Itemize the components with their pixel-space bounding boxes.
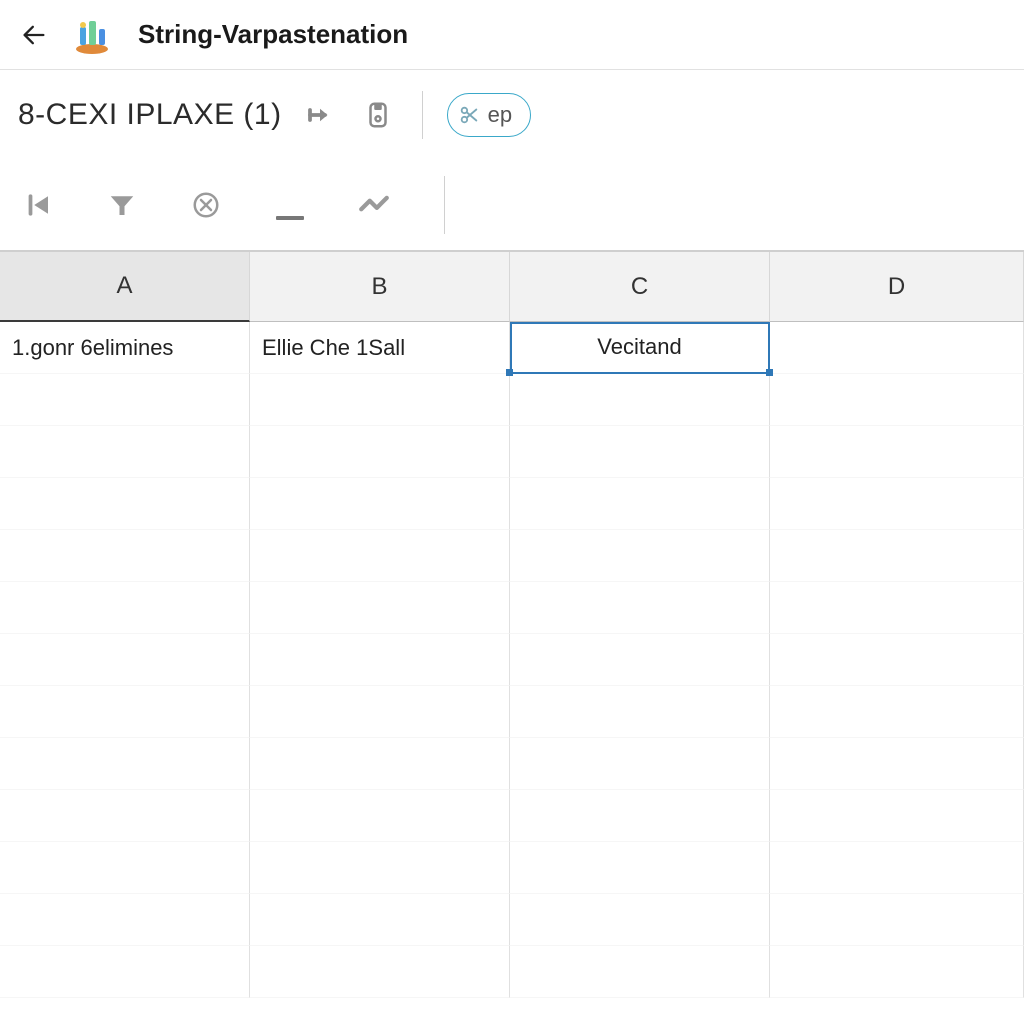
scissors-icon [458,104,480,126]
cell-B12[interactable] [250,894,510,946]
share-arrow-icon [305,100,335,130]
cell-D12[interactable] [770,894,1024,946]
cell-A10[interactable] [0,790,250,842]
trend-button[interactable] [354,185,394,225]
cell-D1[interactable] [770,322,1024,374]
document-row: 8-CEXI IPLAXE (1) ep [0,70,1024,160]
save-button[interactable] [358,95,398,135]
document-name[interactable]: 8-CEXI IPLAXE (1) [18,98,282,132]
cell-A8[interactable] [0,686,250,738]
cell-D8[interactable] [770,686,1024,738]
column-header-D[interactable]: D [770,252,1024,322]
cell-C12[interactable] [510,894,770,946]
cell-C3[interactable] [510,426,770,478]
filter-chip-label: ep [488,102,512,128]
cell-A5[interactable] [0,530,250,582]
separator [422,91,423,139]
column-header-B[interactable]: B [250,252,510,322]
trend-icon [357,188,391,222]
underline-button[interactable] [270,185,310,225]
cell-A2[interactable] [0,374,250,426]
cell-D11[interactable] [770,842,1024,894]
page-title: String-Varpastenation [138,19,408,50]
cell-B2[interactable] [250,374,510,426]
cell-B10[interactable] [250,790,510,842]
clear-circle-icon [191,190,221,220]
cell-B5[interactable] [250,530,510,582]
filter-button[interactable] [102,185,142,225]
cell-D13[interactable] [770,946,1024,998]
cell-A1[interactable]: 1.gonr 6elimines [0,322,250,374]
cell-B1[interactable]: Ellie Che 1Sall [250,322,510,374]
back-button[interactable] [18,19,50,51]
cell-B11[interactable] [250,842,510,894]
grid-body: 1.gonr 6eliminesEllie Che 1SallVecitand [0,322,1024,1024]
cell-D5[interactable] [770,530,1024,582]
cell-B6[interactable] [250,582,510,634]
cell-A13[interactable] [0,946,250,998]
skip-back-icon [23,190,53,220]
cell-B3[interactable] [250,426,510,478]
cell-A9[interactable] [0,738,250,790]
cell-B8[interactable] [250,686,510,738]
cell-B4[interactable] [250,478,510,530]
column-header-row: A B C D [0,252,1024,322]
underscore-icon [276,216,304,220]
column-header-C[interactable]: C [510,252,770,322]
column-header-A[interactable]: A [0,252,250,322]
cell-C1[interactable]: Vecitand [510,322,770,374]
cell-A7[interactable] [0,634,250,686]
cell-D10[interactable] [770,790,1024,842]
separator [444,176,445,234]
save-icon [363,100,393,130]
cell-B13[interactable] [250,946,510,998]
filter-chip[interactable]: ep [447,93,531,137]
cell-A11[interactable] [0,842,250,894]
toolbar [0,160,1024,250]
cell-C7[interactable] [510,634,770,686]
cell-A6[interactable] [0,582,250,634]
titlebar: String-Varpastenation [0,0,1024,70]
cell-C4[interactable] [510,478,770,530]
spreadsheet-grid: A B C D 1.gonr 6eliminesEllie Che 1SallV… [0,250,1024,1024]
cell-D6[interactable] [770,582,1024,634]
clear-button[interactable] [186,185,226,225]
cell-C2[interactable] [510,374,770,426]
cell-C5[interactable] [510,530,770,582]
cell-D3[interactable] [770,426,1024,478]
cell-A3[interactable] [0,426,250,478]
share-button[interactable] [300,95,340,135]
cell-C10[interactable] [510,790,770,842]
cell-D7[interactable] [770,634,1024,686]
cell-B7[interactable] [250,634,510,686]
cell-C6[interactable] [510,582,770,634]
cell-D2[interactable] [770,374,1024,426]
cell-C9[interactable] [510,738,770,790]
arrow-left-icon [20,21,48,49]
funnel-icon [107,190,137,220]
cell-C13[interactable] [510,946,770,998]
cell-D9[interactable] [770,738,1024,790]
cell-A4[interactable] [0,478,250,530]
cell-D4[interactable] [770,478,1024,530]
cell-B9[interactable] [250,738,510,790]
cell-A12[interactable] [0,894,250,946]
app-icon [72,15,112,55]
cell-C11[interactable] [510,842,770,894]
first-page-button[interactable] [18,185,58,225]
cell-C8[interactable] [510,686,770,738]
